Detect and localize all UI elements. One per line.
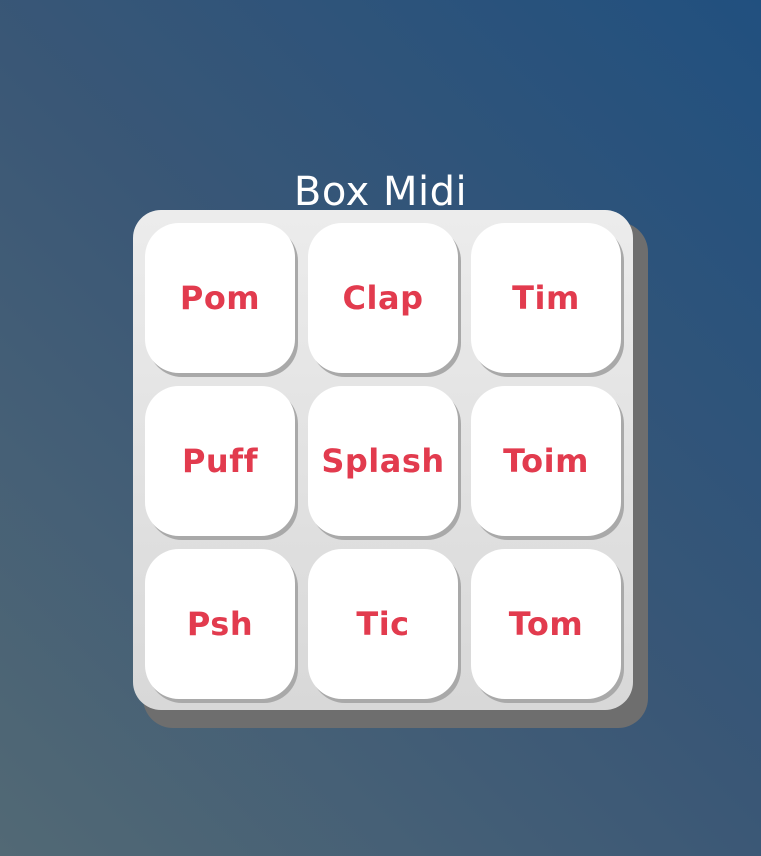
pad-button-psh[interactable]: Psh (145, 549, 295, 699)
pad-label: Clap (342, 279, 424, 317)
pad-label: Psh (186, 605, 254, 643)
pad-label: Toim (503, 442, 589, 480)
pad-grid: Pom Clap Tim Puff Splash Toim Psh Tic To… (145, 223, 621, 699)
pad-button-tom[interactable]: Tom (471, 549, 621, 699)
pad-label: Puff (181, 442, 259, 480)
pad-label: Pom (179, 279, 261, 317)
pad-label: Splash (321, 442, 445, 480)
pad-label: Tom (508, 605, 584, 643)
pad-label: Tic (356, 605, 410, 643)
pad-button-tim[interactable]: Tim (471, 223, 621, 373)
pad-button-pom[interactable]: Pom (145, 223, 295, 373)
pad-button-puff[interactable]: Puff (145, 386, 295, 536)
pad-label: Tim (512, 279, 580, 317)
pad-box: Pom Clap Tim Puff Splash Toim Psh Tic To… (133, 210, 633, 710)
pad-button-toim[interactable]: Toim (471, 386, 621, 536)
pad-button-tic[interactable]: Tic (308, 549, 458, 699)
pad-button-clap[interactable]: Clap (308, 223, 458, 373)
pad-button-splash[interactable]: Splash (308, 386, 458, 536)
